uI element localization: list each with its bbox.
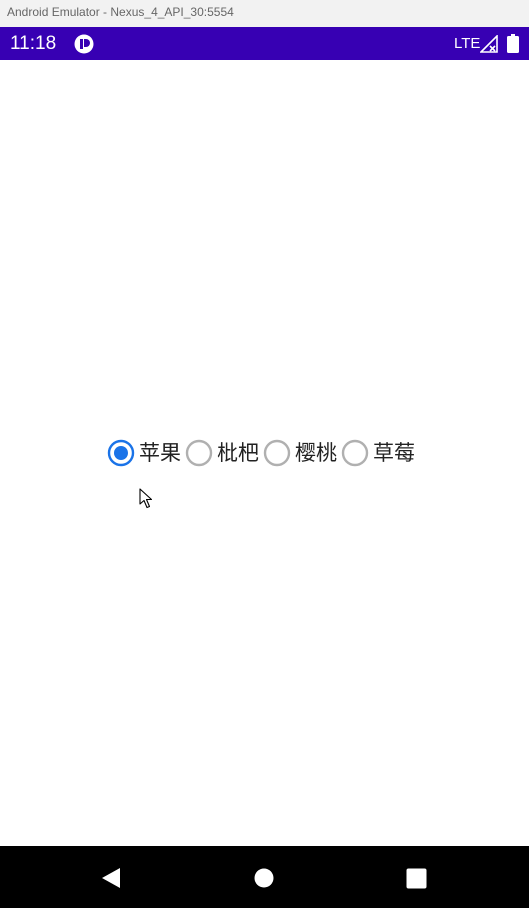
fruit-radio-group: 苹果 枇杷 樱桃 草莓 (105, 437, 417, 469)
battery-icon (507, 34, 519, 53)
radio-unchecked-icon[interactable] (339, 437, 371, 469)
navigation-bar (0, 846, 529, 908)
status-time: 11:18 (10, 33, 57, 54)
radio-option-cherry[interactable]: 樱桃 (261, 437, 339, 469)
status-bar: 11:18 LTE (0, 27, 529, 60)
radio-label-cherry: 樱桃 (295, 441, 337, 465)
network-type-label: LTE (454, 35, 481, 52)
radio-label-apple: 苹果 (139, 441, 181, 465)
radio-option-apple[interactable]: 苹果 (105, 437, 183, 469)
app-content: 苹果 枇杷 樱桃 草莓 (0, 60, 529, 846)
recents-icon[interactable] (406, 868, 427, 889)
radio-label-strawberry: 草莓 (373, 441, 415, 465)
signal-icon (479, 34, 498, 53)
emulator-window-title: Android Emulator - Nexus_4_API_30:5554 (0, 0, 529, 27)
radio-option-loquat[interactable]: 枇杷 (183, 437, 261, 469)
mouse-pointer-icon (139, 488, 155, 510)
home-icon[interactable] (254, 868, 274, 888)
radio-unchecked-icon[interactable] (183, 437, 215, 469)
radio-label-loquat: 枇杷 (217, 441, 259, 465)
app-notification-icon (74, 34, 94, 54)
radio-option-strawberry[interactable]: 草莓 (339, 437, 417, 469)
radio-unchecked-icon[interactable] (261, 437, 293, 469)
back-icon[interactable] (100, 867, 122, 889)
radio-checked-icon[interactable] (105, 437, 137, 469)
